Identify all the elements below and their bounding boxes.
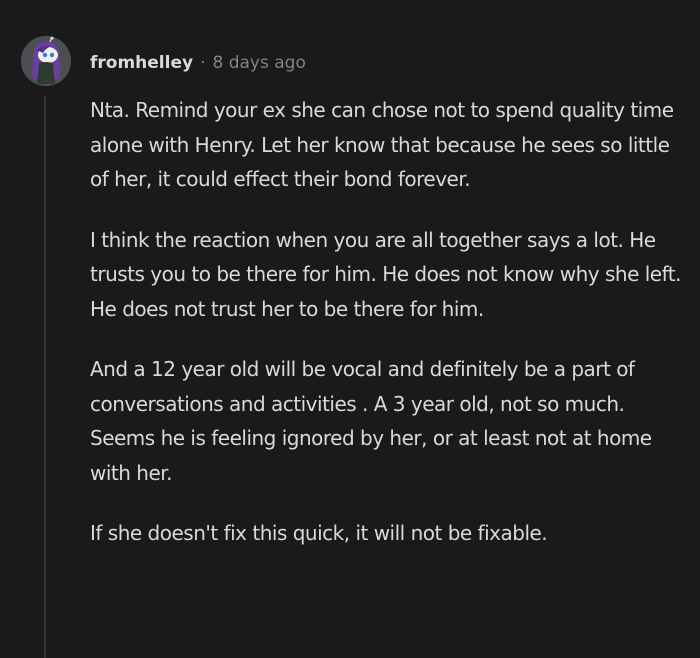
comment-paragraph: And a 12 year old will be vocal and defi…	[90, 357, 652, 485]
meta-separator: ·	[200, 53, 206, 73]
comment-paragraph: Nta. Remind your ex she can chose not to…	[90, 98, 674, 191]
user-avatar[interactable]	[21, 36, 71, 86]
comment-timestamp[interactable]: 8 days ago	[212, 53, 305, 73]
comment-paragraph: If she doesn't fix this quick, it will n…	[90, 521, 548, 545]
comment-header: fromhelley · 8 days ago	[90, 49, 306, 77]
thread-collapse-line[interactable]	[44, 96, 46, 658]
comment-body: Nta. Remind your ex she can chose not to…	[90, 93, 690, 577]
username-link[interactable]: fromhelley	[90, 53, 193, 73]
comment-paragraph: I think the reaction when you are all to…	[90, 227, 682, 321]
snoo-avatar-icon	[21, 36, 71, 86]
comment-container: fromhelley · 8 days ago Nta. Remind your…	[0, 0, 700, 658]
